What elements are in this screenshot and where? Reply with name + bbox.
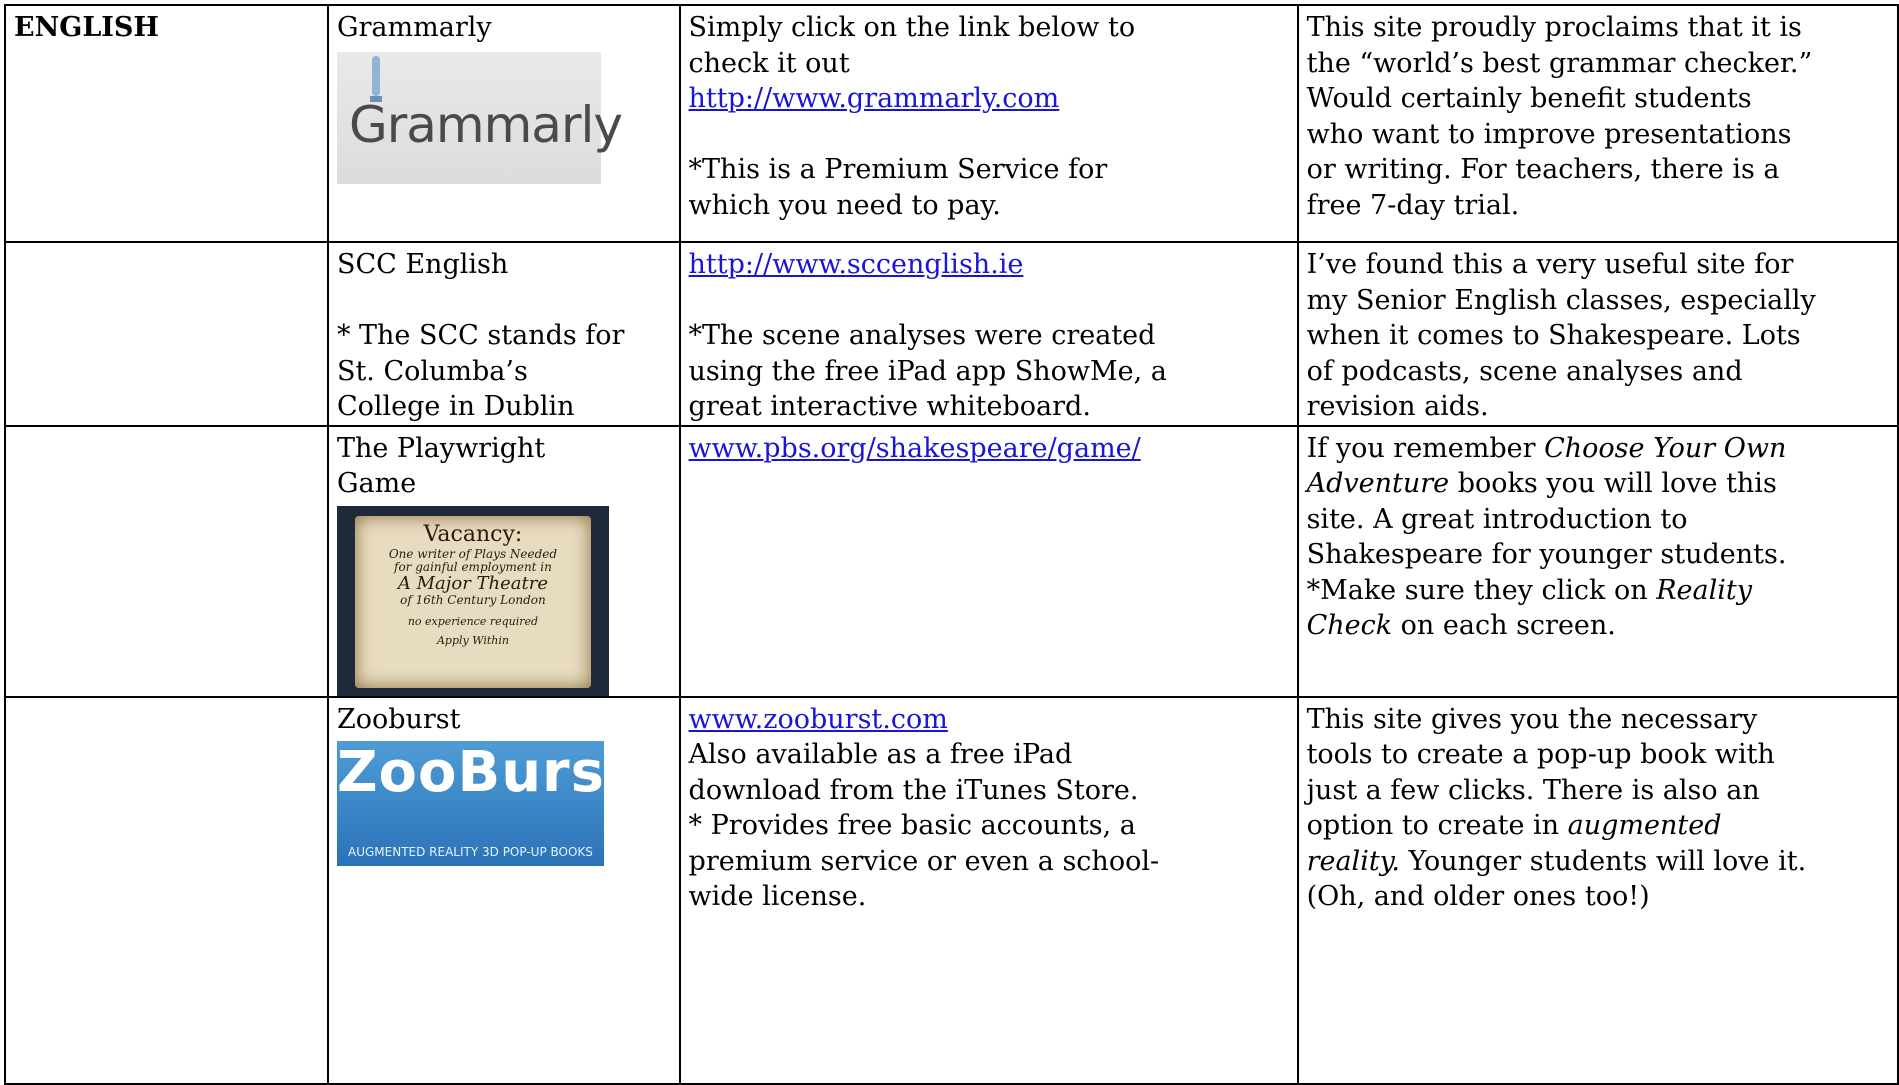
description-text: This site proudly proclaims that it is	[1306, 12, 1802, 43]
resource-name: Grammarly	[336, 12, 492, 43]
name-cell: Zooburst ZooBurst AUGMENTED REALITY 3D P…	[326, 695, 681, 1085]
poster-paper: Vacancy: One writer of Plays Needed for …	[354, 515, 591, 688]
table-row: ENGLISH Grammarly Grammarly Simply click…	[4, 4, 1899, 243]
pbs-link[interactable]: www.pbs.org/shakespeare/game/	[689, 433, 1141, 464]
note-text: great interactive whiteboard.	[688, 391, 1091, 422]
name-cell: The Playwright Game Vacancy: One writer …	[326, 424, 681, 698]
grammarly-logo: Grammarly	[336, 51, 623, 184]
name-cell: SCC English * The SCC stands for St. Col…	[326, 241, 681, 427]
zooburst-link[interactable]: www.zooburst.com	[689, 704, 948, 735]
info-text: Also available as a free iPad	[688, 739, 1073, 770]
subject-cell	[4, 241, 329, 427]
description-cell: This site proudly proclaims that it is t…	[1296, 4, 1899, 243]
subject-cell	[4, 695, 329, 1085]
description-text: reality. Younger students will love it.	[1306, 845, 1807, 877]
info-text: wide license.	[688, 881, 867, 912]
poster-text: Apply Within	[436, 633, 509, 647]
info-text: * Provides free basic accounts, a	[688, 810, 1136, 841]
description-text: Would certainly benefit students	[1306, 83, 1752, 114]
description-text: of podcasts, scene analyses and	[1306, 355, 1743, 387]
description-cell: I’ve found this a very useful site for m…	[1296, 241, 1899, 427]
info-text: check it out	[688, 47, 850, 79]
grammarly-logo-text: Grammarly	[348, 95, 623, 154]
description-text: *Make sure they click on Reality	[1306, 574, 1752, 606]
table-row: The Playwright Game Vacancy: One writer …	[4, 424, 1899, 698]
vacancy-poster-image: Vacancy: One writer of Plays Needed for …	[336, 505, 609, 695]
info-text: download from the iTunes Store.	[688, 774, 1139, 806]
resource-name: The Playwright	[336, 432, 546, 464]
info-text: Simply click on the link below to	[688, 12, 1136, 43]
description-text: who want to improve presentations	[1306, 118, 1792, 150]
zooburst-logo-text: ZooBurst	[336, 740, 633, 805]
name-note: * The SCC stands for	[336, 320, 625, 351]
resources-table: ENGLISH Grammarly Grammarly Simply click…	[4, 4, 1899, 1085]
subject-cell: ENGLISH	[4, 4, 329, 243]
poster-text: One writer of Plays Needed	[388, 546, 558, 561]
description-text: Check on each screen.	[1306, 610, 1616, 641]
description-text: free 7-day trial.	[1306, 189, 1520, 221]
resource-name: Game	[336, 468, 417, 499]
description-text: If you remember Choose Your Own	[1306, 432, 1787, 464]
description-cell: If you remember Choose Your Own Adventur…	[1296, 424, 1899, 698]
note-text: using the free iPad app ShowMe, a	[688, 355, 1167, 387]
table-row: Zooburst ZooBurst AUGMENTED REALITY 3D P…	[4, 695, 1899, 1085]
resource-name: Zooburst	[336, 703, 461, 735]
name-note: College in Dublin	[336, 391, 575, 422]
description-text: Shakespeare for younger students.	[1306, 539, 1787, 570]
description-text: just a few clicks. There is also an	[1306, 774, 1760, 806]
poster-text: no experience required	[407, 614, 539, 628]
resource-name: SCC English	[336, 249, 509, 280]
description-text: Adventure books you will love this	[1306, 468, 1777, 499]
note-text: which you need to pay.	[688, 189, 1001, 221]
description-text: tools to create a pop-up book with	[1306, 739, 1775, 770]
description-text: when it comes to Shakespeare. Lots	[1306, 320, 1801, 351]
zooburst-logo-subtitle: AUGMENTED REALITY 3D POP-UP BOOKS	[348, 845, 593, 859]
table-row: SCC English * The SCC stands for St. Col…	[4, 241, 1899, 427]
description-text: revision aids.	[1306, 391, 1489, 422]
link-cell: www.pbs.org/shakespeare/game/	[678, 424, 1299, 698]
poster-title: Vacancy:	[423, 521, 523, 547]
description-text: option to create in augmented	[1306, 810, 1722, 841]
link-cell: Simply click on the link below to check …	[678, 4, 1299, 243]
link-cell: www.zooburst.com Also available as a fre…	[678, 695, 1299, 1085]
description-cell: This site gives you the necessary tools …	[1296, 695, 1899, 1085]
grammarly-link[interactable]: http://www.grammarly.com	[689, 83, 1060, 114]
description-text: or writing. For teachers, there is a	[1306, 154, 1780, 185]
sccenglish-link[interactable]: http://www.sccenglish.ie	[689, 249, 1024, 280]
poster-text: A Major Theatre	[397, 572, 548, 594]
description-text: site. A great introduction to	[1306, 503, 1688, 535]
description-text: I’ve found this a very useful site for	[1306, 249, 1794, 280]
poster-text: of 16th Century London	[400, 592, 546, 607]
note-text: *This is a Premium Service for	[688, 154, 1108, 185]
subject-cell	[4, 424, 329, 698]
description-text: the “world’s best grammar checker.”	[1306, 47, 1813, 79]
name-cell: Grammarly Grammarly	[326, 4, 681, 243]
name-note: St. Columba’s	[336, 355, 528, 387]
poster-text: for gainful employment in	[394, 559, 552, 574]
description-text: (Oh, and older ones too!)	[1306, 881, 1650, 912]
zooburst-logo: ZooBurst AUGMENTED REALITY 3D POP-UP BOO…	[336, 740, 633, 866]
info-text: premium service or even a school-	[688, 845, 1160, 877]
description-text: This site gives you the necessary	[1306, 703, 1758, 735]
link-cell: http://www.sccenglish.ie *The scene anal…	[678, 241, 1299, 427]
note-text: *The scene analyses were created	[688, 320, 1156, 351]
description-text: my Senior English classes, especially	[1306, 284, 1816, 316]
